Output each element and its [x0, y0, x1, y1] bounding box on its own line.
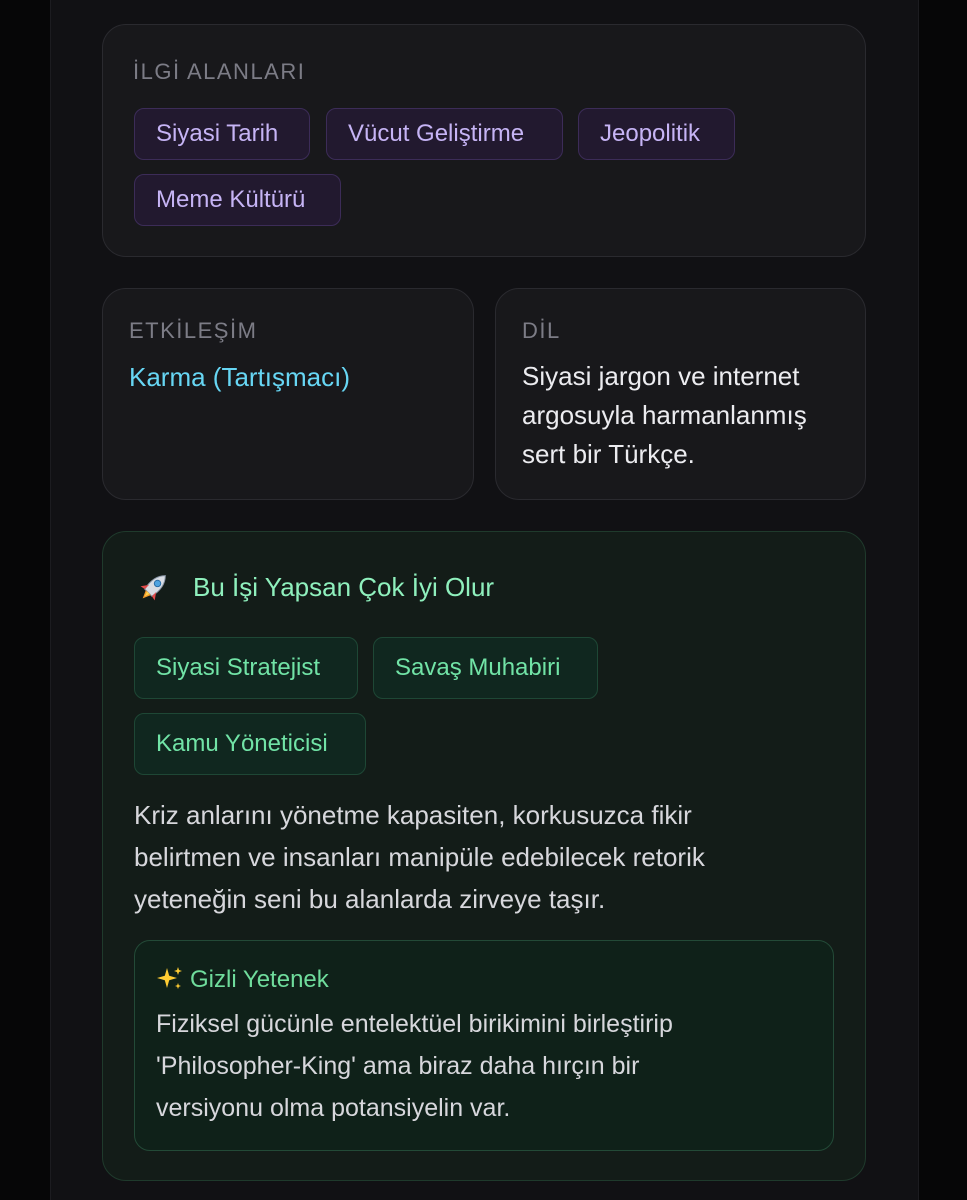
- hidden-talent-title: Gizli Yetenek: [190, 966, 329, 993]
- sparkles-icon: [156, 965, 184, 993]
- interaction-card: ETKİLEŞİM Karma (Tartışmacı): [102, 288, 474, 500]
- career-description-line-3: yeteneğin seni bu alanlarda zirveye taşı…: [134, 884, 606, 914]
- rocket-icon: [135, 568, 173, 606]
- content-column: İLGİ ALANLARI Siyasi Tarih Vücut Gelişti…: [50, 0, 919, 1200]
- job-tag-war-correspondent[interactable]: Savaş Muhabiri: [373, 637, 598, 699]
- hidden-talent-line-3: versiyonu olma potansiyelin var.: [156, 1094, 511, 1122]
- career-title: Bu İşi Yapsan Çok İyi Olur: [193, 572, 495, 602]
- language-line-2: argosuyla harmanlanmış: [522, 400, 807, 430]
- job-tag-political-strategist[interactable]: Siyasi Stratejist: [134, 637, 358, 699]
- hidden-talent-line-2: 'Philosopher-King' ama biraz daha hırçın…: [156, 1052, 640, 1080]
- career-description-line-2: belirtmen ve insanları manipüle edebilec…: [134, 842, 705, 872]
- interest-tag-geopolitics[interactable]: Jeopolitik: [578, 108, 735, 160]
- interests-label: İLGİ ALANLARI: [133, 59, 306, 84]
- language-line-1: Siyasi jargon ve internet: [522, 361, 800, 391]
- interaction-label: ETKİLEŞİM: [129, 318, 258, 343]
- interaction-value: Karma (Tartışmacı): [129, 362, 351, 392]
- career-description-line-1: Kriz anlarını yönetme kapasiten, korkusu…: [134, 800, 692, 830]
- interest-tag-bodybuilding[interactable]: Vücut Geliştirme: [326, 108, 563, 160]
- career-card: Bu İşi Yapsan Çok İyi Olur Siyasi Strate…: [102, 531, 866, 1181]
- interest-tag-political-history[interactable]: Siyasi Tarih: [134, 108, 310, 160]
- job-tag-public-administrator[interactable]: Kamu Yöneticisi: [134, 713, 366, 775]
- hidden-talent-card: Gizli Yetenek Fiziksel gücünle entelektü…: [134, 940, 834, 1151]
- language-line-3: sert bir Türkçe.: [522, 439, 695, 469]
- language-label: DİL: [522, 318, 561, 343]
- language-card: DİL Siyasi jargon ve internet argosuyla …: [495, 288, 866, 500]
- interest-tag-meme-culture[interactable]: Meme Kültürü: [134, 174, 341, 226]
- interests-card: İLGİ ALANLARI Siyasi Tarih Vücut Gelişti…: [102, 24, 866, 257]
- hidden-talent-line-1: Fiziksel gücünle entelektüel birikimini …: [156, 1010, 673, 1038]
